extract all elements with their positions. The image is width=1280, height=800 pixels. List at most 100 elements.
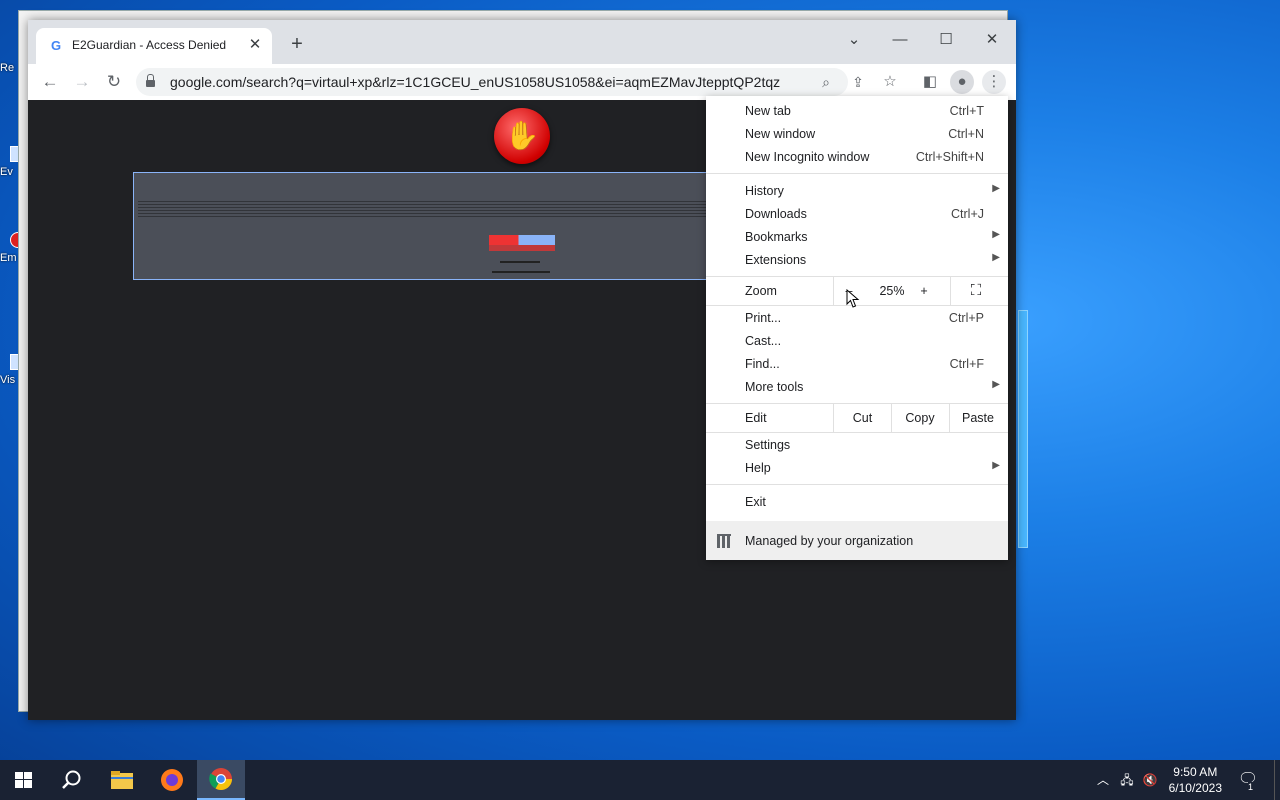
tab-title: E2Guardian - Access Denied — [72, 38, 227, 52]
menu-item-find[interactable]: Find... Ctrl+F — [706, 353, 1008, 376]
menu-kebab-icon[interactable]: ⋮ — [982, 70, 1006, 94]
minimize-button[interactable]: — — [878, 26, 922, 54]
zoom-icon[interactable]: ⌕ — [816, 72, 836, 92]
notification-center-button[interactable]: 🗨 1 — [1236, 760, 1260, 800]
menu-item-label: Cast... — [745, 334, 782, 348]
menu-divider — [706, 432, 1008, 433]
mouse-cursor-icon — [846, 289, 860, 308]
bookmark-star-icon[interactable]: ☆ — [878, 70, 902, 94]
google-favicon-icon: G — [50, 38, 62, 53]
menu-item-history[interactable]: History ▶ — [706, 180, 1008, 203]
menu-item-label: Exit — [745, 495, 766, 509]
tab-strip: G E2Guardian - Access Denied ✕ + ⌄ — ☐ ✕ — [28, 20, 1016, 64]
chrome-icon — [209, 768, 232, 790]
side-panel-icon[interactable]: ◧ — [918, 70, 942, 94]
menu-item-label: Extensions — [745, 253, 807, 267]
menu-item-new-incognito-window[interactable]: New Incognito window Ctrl+Shift+N — [706, 146, 1008, 169]
menu-shortcut: Ctrl+N — [948, 127, 984, 141]
menu-item-settings[interactable]: Settings — [706, 434, 1008, 457]
menu-item-label: Downloads — [745, 207, 807, 221]
menu-item-downloads[interactable]: Downloads Ctrl+J — [706, 203, 1008, 226]
profile-avatar[interactable]: ● — [950, 70, 974, 94]
menu-shortcut: Ctrl+P — [948, 311, 984, 325]
address-bar[interactable]: google.com/search?q=virtaul+xp&rlz=1C1GC… — [136, 68, 864, 96]
menu-shortcut: Ctrl+F — [949, 357, 984, 371]
search-button[interactable] — [48, 760, 96, 800]
back-button[interactable]: ← — [38, 70, 62, 94]
menu-shortcut: Ctrl+T — [949, 104, 984, 118]
reload-button[interactable]: ↻ — [102, 70, 126, 94]
start-button[interactable] — [0, 760, 48, 800]
windows-logo-icon — [15, 772, 32, 788]
menu-item-label: New Incognito window — [745, 150, 870, 164]
notification-count-badge: 1 — [1248, 782, 1254, 792]
menu-item-label: Print... — [745, 311, 782, 325]
chrome-menu: New tab Ctrl+T New window Ctrl+N New Incog… — [706, 96, 1008, 560]
maximize-button[interactable]: ☐ — [924, 26, 968, 54]
close-tab-icon[interactable]: ✕ — [246, 36, 264, 54]
menu-item-exit[interactable]: Exit — [706, 491, 1008, 514]
blocked-footer-line — [492, 271, 550, 273]
zoom-level: 25% — [879, 284, 905, 298]
show-hidden-icons-button[interactable]: ︿ — [1094, 760, 1112, 800]
menu-item-label: More tools — [745, 380, 804, 394]
chrome-taskbar-button[interactable] — [197, 760, 245, 800]
blocked-footer-line — [500, 261, 540, 263]
browser-tab[interactable]: G E2Guardian - Access Denied ✕ — [36, 28, 272, 64]
menu-item-label: History — [745, 184, 784, 198]
submenu-arrow-icon: ▶ — [992, 252, 1000, 263]
menu-item-cast[interactable]: Cast... — [706, 330, 1008, 353]
copy-button[interactable]: Copy — [892, 404, 948, 432]
background-window-edge — [1018, 310, 1028, 548]
menu-item-more-tools[interactable]: More tools ▶ — [706, 376, 1008, 399]
browser-toolbar: ← → ↻ google.com/search?q=virtaul+xp&rlz… — [28, 64, 1016, 100]
blocked-reason-highlight — [489, 235, 555, 245]
menu-item-extensions[interactable]: Extensions ▶ — [706, 249, 1008, 272]
zoom-in-button[interactable]: + — [914, 277, 934, 305]
edit-row: Edit Cut Copy Paste — [706, 404, 1008, 432]
url-text[interactable]: google.com/search?q=virtaul+xp&rlz=1C1GC… — [170, 74, 780, 90]
firefox-button[interactable] — [148, 760, 196, 800]
fullscreen-icon[interactable]: ⛶ — [961, 277, 991, 305]
menu-item-label: Settings — [745, 438, 791, 452]
menu-item-new-tab[interactable]: New tab Ctrl+T — [706, 100, 1008, 123]
building-icon — [717, 534, 731, 548]
zoom-label: Zoom — [745, 284, 777, 298]
tab-search-button[interactable]: ⌄ — [832, 26, 876, 54]
submenu-arrow-icon: ▶ — [992, 379, 1000, 390]
menu-divider — [706, 484, 1008, 485]
clock-time: 9:50 AM — [1173, 765, 1218, 779]
show-desktop-button[interactable] — [1274, 760, 1280, 800]
menu-divider — [706, 173, 1008, 174]
folder-icon — [111, 771, 133, 789]
managed-by-org-item[interactable]: Managed by your organization — [706, 521, 1008, 560]
close-window-button[interactable]: ✕ — [970, 26, 1014, 54]
cut-button[interactable]: Cut — [834, 404, 891, 432]
menu-item-bookmarks[interactable]: Bookmarks ▶ — [706, 226, 1008, 249]
search-icon — [62, 770, 81, 789]
managed-label: Managed by your organization — [745, 534, 914, 548]
share-icon[interactable]: ⇪ — [848, 72, 868, 92]
forward-button[interactable]: → — [70, 70, 94, 94]
taskbar: ︿ 🖧 🔇 9:50 AM 6/10/2023 🗨 1 — [0, 760, 1280, 800]
file-explorer-button[interactable] — [98, 760, 146, 800]
menu-item-label: Find... — [745, 357, 780, 371]
menu-item-label: New tab — [745, 104, 791, 118]
edit-label: Edit — [745, 411, 767, 425]
menu-item-label: New window — [745, 127, 816, 141]
menu-item-help[interactable]: Help ▶ — [706, 457, 1008, 480]
volume-muted-icon[interactable]: 🔇 — [1141, 760, 1159, 800]
clock-date: 6/10/2023 — [1168, 781, 1222, 795]
new-tab-button[interactable]: + — [286, 34, 308, 56]
lock-icon[interactable] — [146, 74, 155, 87]
clock[interactable]: 9:50 AM 6/10/2023 — [1169, 764, 1222, 796]
network-icon[interactable]: 🖧 — [1118, 760, 1136, 800]
submenu-arrow-icon: ▶ — [992, 229, 1000, 240]
menu-item-label: Help — [745, 461, 771, 475]
blocked-details-text — [138, 199, 728, 217]
paste-button[interactable]: Paste — [950, 404, 1006, 432]
menu-item-label: Bookmarks — [745, 230, 808, 244]
menu-item-new-window[interactable]: New window Ctrl+N — [706, 123, 1008, 146]
menu-item-print[interactable]: Print... Ctrl+P — [706, 307, 1008, 330]
menu-divider — [950, 277, 951, 305]
